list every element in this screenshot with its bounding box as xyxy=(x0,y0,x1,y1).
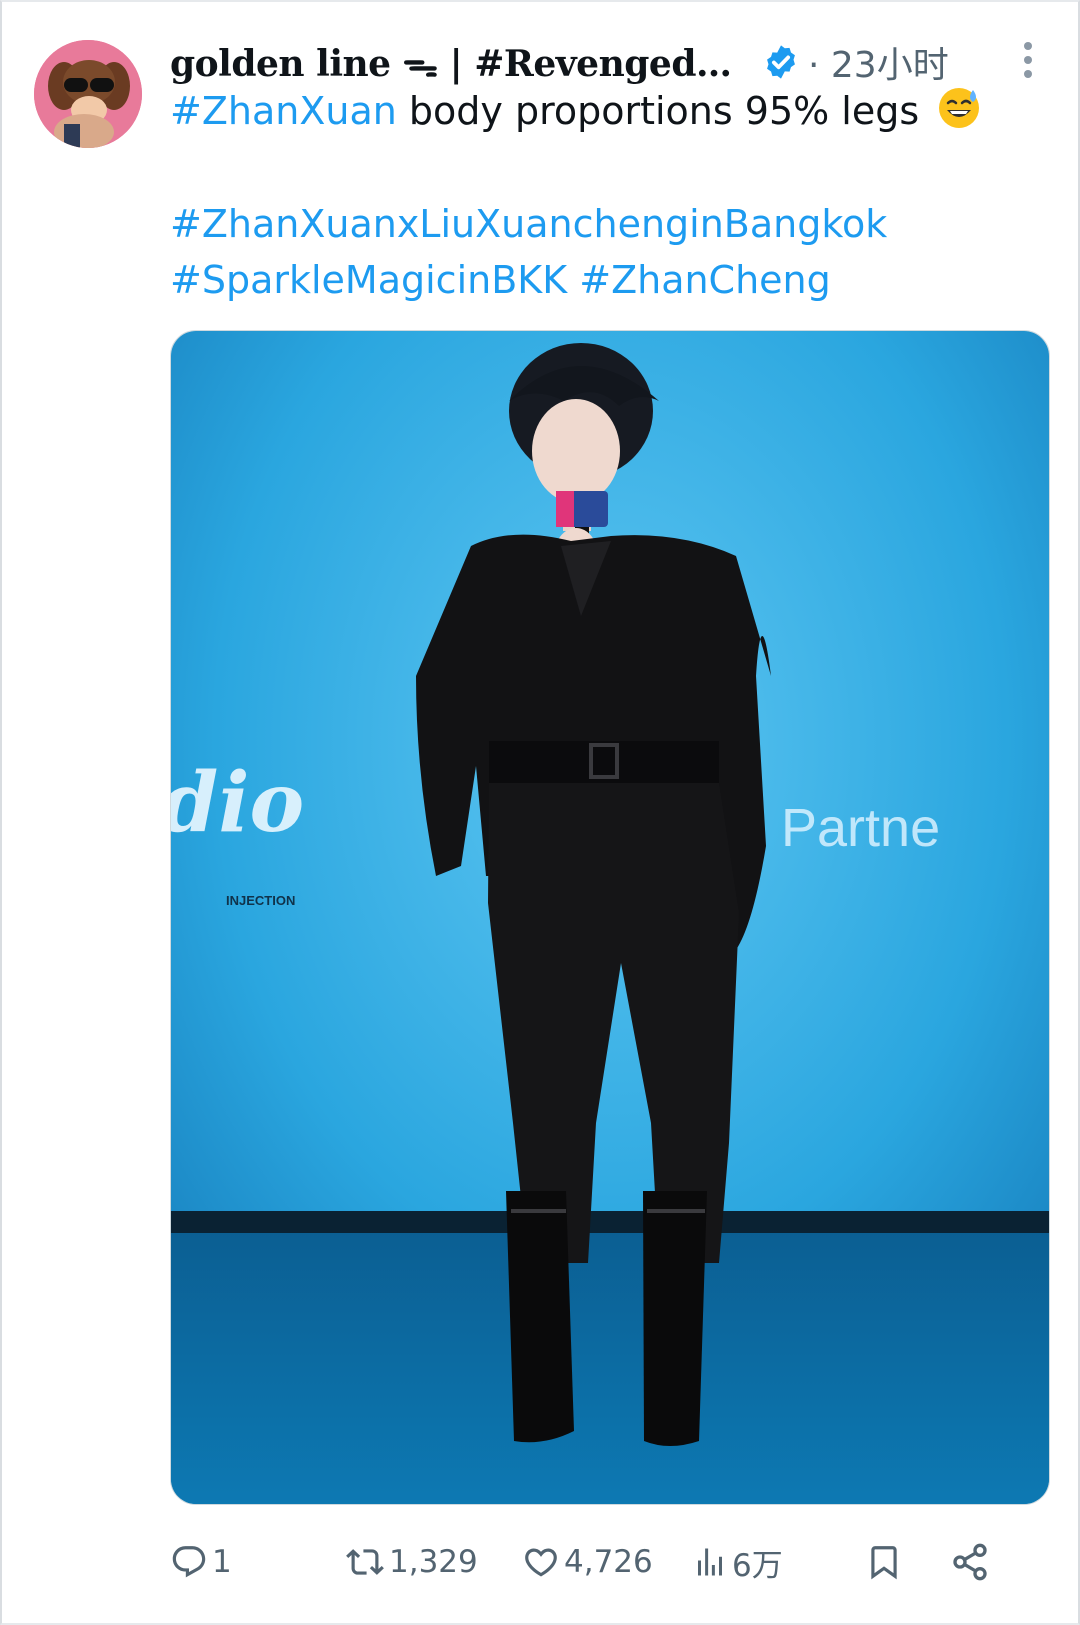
bookmark-icon xyxy=(871,1546,897,1580)
retweet-count: 1,329 xyxy=(389,1544,478,1580)
like-count: 4,726 xyxy=(564,1544,653,1580)
tweet-text-line-1: #ZhanXuan body proportions 95% legs xyxy=(170,86,981,133)
sweat-smile-emoji-icon xyxy=(939,88,980,128)
hashtag-link[interactable]: #ZhanCheng xyxy=(579,258,831,302)
timestamp[interactable]: · 23小时 xyxy=(808,36,949,88)
hashtag-link[interactable]: #ZhanXuanxLiuXuanchenginBangkok xyxy=(170,202,887,246)
avatar[interactable] xyxy=(34,40,142,148)
views-chart-icon xyxy=(698,1548,722,1576)
views-button[interactable]: 6万 xyxy=(692,1537,783,1587)
retweet-button[interactable]: 1,329 xyxy=(345,1537,478,1587)
tweet-body-text: body proportions 95% legs xyxy=(396,89,920,133)
display-name[interactable]: golden line ᯓ | #RevengedL... xyxy=(170,38,750,87)
reply-count: 1 xyxy=(212,1544,232,1580)
reply-icon xyxy=(172,1546,206,1578)
tweet-header: golden line ᯓ | #RevengedL... · 23小时 xyxy=(170,32,1050,92)
tweet-text-line-3: #SparkleMagicinBKK #ZhanCheng xyxy=(170,258,831,302)
hashtag-link[interactable]: #SparkleMagicinBKK xyxy=(170,258,567,302)
tweet-card[interactable]: golden line ᯓ | #RevengedL... · 23小时 #Zh… xyxy=(0,0,1080,1625)
photo-image: dio Partne INJECTION xyxy=(171,331,1049,1504)
watermark-text: INJECTION xyxy=(226,893,295,908)
share-button[interactable] xyxy=(950,1537,990,1587)
backdrop-script-text: dio xyxy=(171,755,304,851)
retweet-icon xyxy=(346,1549,384,1575)
tweet-text-line-2: #ZhanXuanxLiuXuanchenginBangkok xyxy=(170,202,887,246)
tweet-photo[interactable]: dio Partne INJECTION xyxy=(170,330,1050,1505)
more-options-icon[interactable] xyxy=(1014,40,1042,80)
view-count: 6万 xyxy=(732,1547,783,1584)
avatar-image xyxy=(34,40,142,148)
heart-icon xyxy=(525,1548,557,1577)
backdrop-text: Partne xyxy=(781,798,940,858)
reply-button[interactable]: 1 xyxy=(170,1537,232,1587)
tweet-actions: 1 1,329 4,726 6万 xyxy=(170,1537,1050,1587)
share-icon xyxy=(953,1543,987,1581)
verified-badge-icon xyxy=(767,45,795,79)
hashtag-link[interactable]: #ZhanXuan xyxy=(170,89,397,133)
bookmark-button[interactable] xyxy=(865,1537,903,1587)
like-button[interactable]: 4,726 xyxy=(522,1537,653,1587)
